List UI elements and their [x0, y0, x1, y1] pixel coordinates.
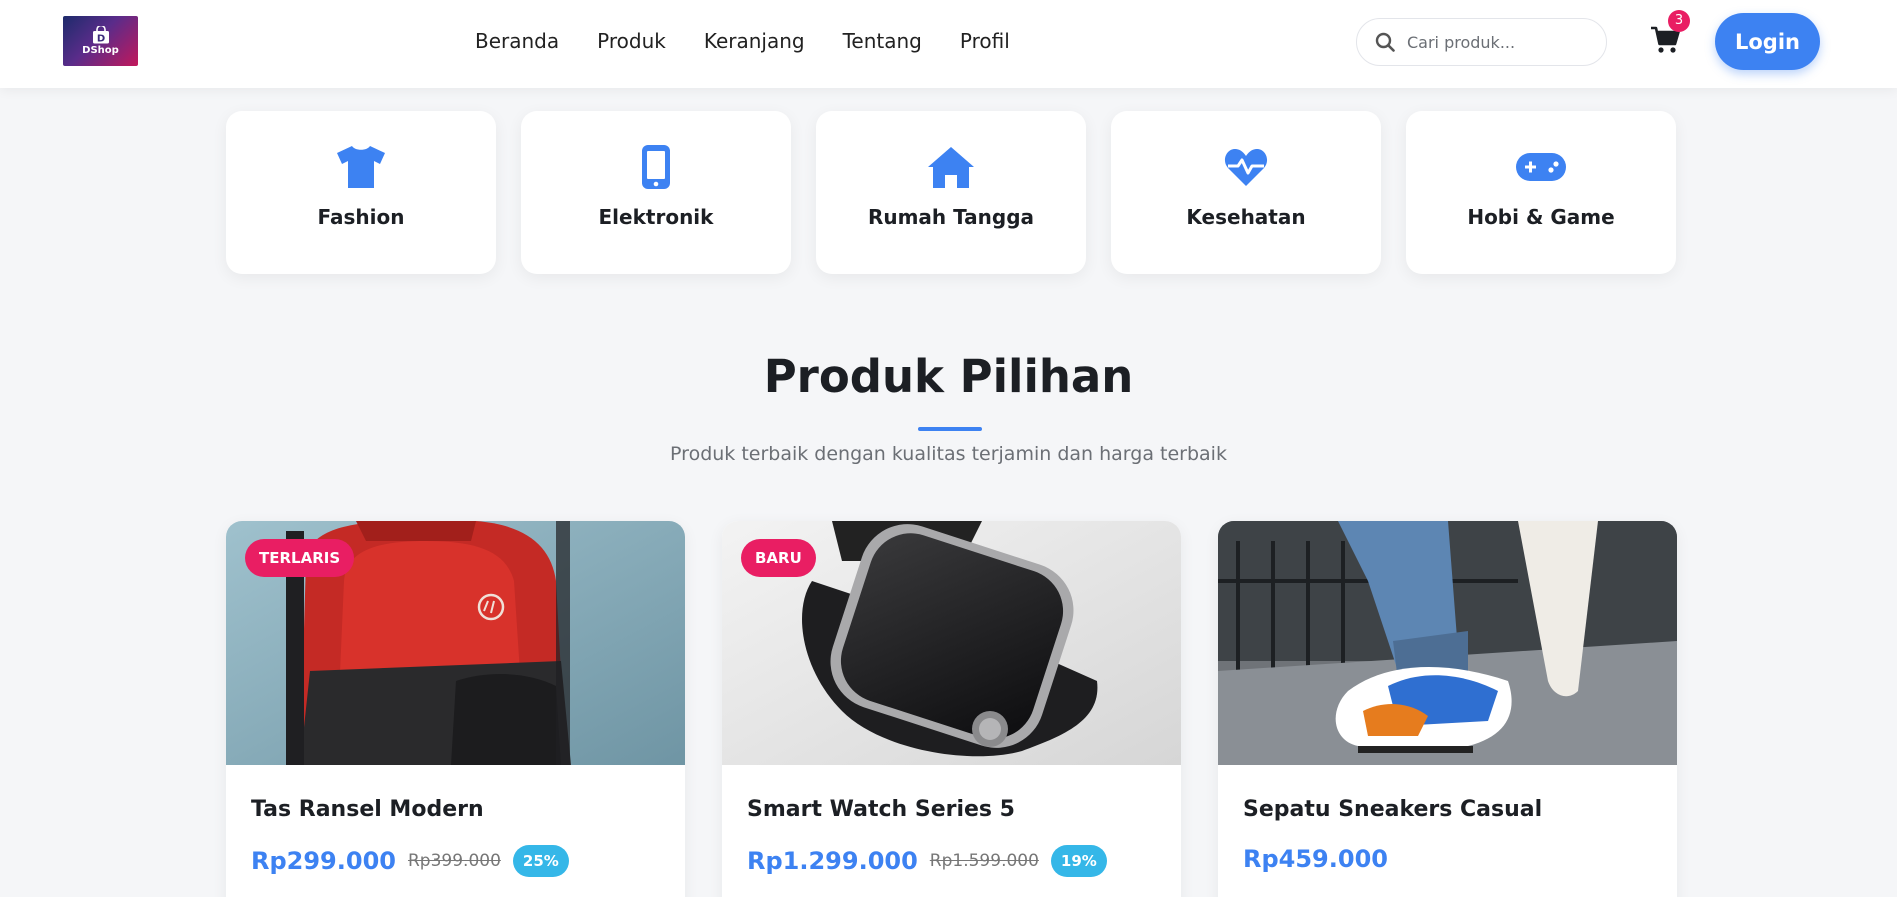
section-subtitle: Produk terbaik dengan kualitas terjamin … — [670, 443, 1227, 465]
black-smartwatch-photo[interactable]: BARU — [722, 521, 1181, 765]
section-title: Produk Pilihan — [763, 350, 1134, 403]
discount-badge: 25% — [512, 845, 569, 877]
product-name[interactable]: Tas Ransel Modern — [251, 797, 484, 822]
category-card-kesehatan[interactable]: Kesehatan — [1111, 111, 1381, 274]
product-price: Rp299.000 — [251, 847, 396, 875]
search-box — [1356, 18, 1607, 66]
category-label: Elektronik — [598, 205, 714, 229]
category-list: Fashion Elektronik Rumah Tangga Kesehata… — [226, 111, 1676, 274]
heartbeat-icon — [1220, 143, 1272, 191]
nav-link-beranda[interactable]: Beranda — [475, 26, 559, 56]
nav-link-profil[interactable]: Profil — [960, 26, 1010, 56]
home-icon — [925, 143, 977, 191]
cart-count-badge: 3 — [1668, 10, 1690, 32]
gamepad-icon — [1515, 143, 1567, 191]
search-input[interactable] — [1407, 32, 1587, 52]
category-label: Kesehatan — [1186, 205, 1306, 229]
login-button[interactable]: Login — [1715, 13, 1820, 70]
product-name[interactable]: Sepatu Sneakers Casual — [1243, 797, 1542, 822]
product-badge: TERLARIS — [245, 539, 355, 577]
shopping-bag-icon: D — [92, 26, 109, 45]
title-underline — [918, 427, 982, 431]
product-old-price: Rp399.000 — [407, 851, 501, 871]
product-card[interactable]: Sepatu Sneakers Casual Rp459.000 — [1218, 521, 1677, 897]
product-old-price: Rp1.599.000 — [929, 851, 1039, 871]
category-card-hobi-game[interactable]: Hobi & Game — [1406, 111, 1676, 274]
price-row: Rp299.000 Rp399.000 25% — [251, 845, 569, 877]
product-card[interactable]: BARU Smart Watch Series 5 Rp1.299.000 Rp… — [722, 521, 1181, 897]
product-price: Rp459.000 — [1243, 845, 1388, 873]
category-card-elektronik[interactable]: Elektronik — [521, 111, 791, 274]
nav-link-keranjang[interactable]: Keranjang — [704, 26, 805, 56]
category-label: Hobi & Game — [1467, 205, 1615, 229]
nav-link-produk[interactable]: Produk — [597, 26, 666, 56]
tshirt-icon — [335, 143, 387, 191]
svg-text:D: D — [96, 34, 104, 45]
sneakers-photo[interactable] — [1218, 521, 1677, 765]
nav-link-tentang[interactable]: Tentang — [843, 26, 922, 56]
product-badge: BARU — [741, 539, 816, 577]
product-name[interactable]: Smart Watch Series 5 — [747, 797, 1015, 822]
category-label: Fashion — [317, 205, 405, 229]
product-card[interactable]: TERLARIS Tas Ransel Modern Rp299.000 Rp3… — [226, 521, 685, 897]
search-icon — [1375, 32, 1395, 52]
dshop-logo[interactable]: D DShop — [63, 16, 138, 66]
red-backpack-photo[interactable]: TERLARIS — [226, 521, 685, 765]
product-price: Rp1.299.000 — [747, 847, 918, 875]
mobile-phone-icon — [630, 143, 682, 191]
category-card-rumah-tangga[interactable]: Rumah Tangga — [816, 111, 1086, 274]
main-nav: Beranda Produk Keranjang Tentang Profil — [475, 26, 1048, 56]
category-label: Rumah Tangga — [867, 205, 1035, 229]
discount-badge: 19% — [1050, 845, 1107, 877]
product-list: TERLARIS Tas Ransel Modern Rp299.000 Rp3… — [226, 521, 1677, 897]
category-card-fashion[interactable]: Fashion — [226, 111, 496, 274]
price-row: Rp1.299.000 Rp1.599.000 19% — [747, 845, 1107, 877]
price-row: Rp459.000 — [1243, 845, 1388, 873]
logo-text: DShop — [82, 45, 119, 56]
navbar: D DShop Beranda Produk Keranjang Tentang… — [0, 0, 1897, 88]
